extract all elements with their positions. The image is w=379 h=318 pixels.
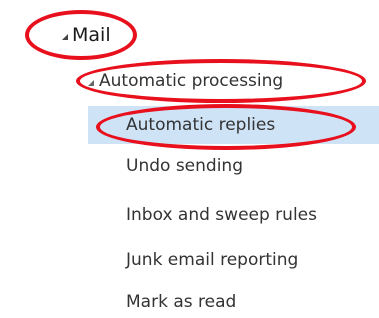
tree-item-undo-sending[interactable]: Undo sending xyxy=(88,147,379,185)
tree-item-label: Junk email reporting xyxy=(126,250,299,270)
tree-node-automatic-processing[interactable]: Automatic processing xyxy=(88,64,283,98)
tree-node-mail-label: Mail xyxy=(72,24,111,46)
tree-item-label: Automatic replies xyxy=(126,115,276,135)
tree-node-automatic-processing-label: Automatic processing xyxy=(99,71,284,91)
tree-item-junk-email-reporting[interactable]: Junk email reporting xyxy=(88,241,379,279)
expanded-triangle-icon[interactable] xyxy=(62,34,68,40)
tree-item-label: Mark as read xyxy=(126,291,237,312)
tree-item-label: Inbox and sweep rules xyxy=(126,205,317,225)
options-navigation-tree: Mail Automatic processing Automatic repl… xyxy=(0,0,379,318)
tree-node-mail[interactable]: Mail xyxy=(62,20,111,50)
tree-item-inbox-and-sweep-rules[interactable]: Inbox and sweep rules xyxy=(88,196,379,234)
tree-item-automatic-replies[interactable]: Automatic replies xyxy=(88,106,379,144)
tree-item-label: Undo sending xyxy=(126,156,243,176)
tree-item-mark-as-read[interactable]: Mark as read xyxy=(88,285,379,318)
expanded-triangle-icon[interactable] xyxy=(88,80,94,86)
